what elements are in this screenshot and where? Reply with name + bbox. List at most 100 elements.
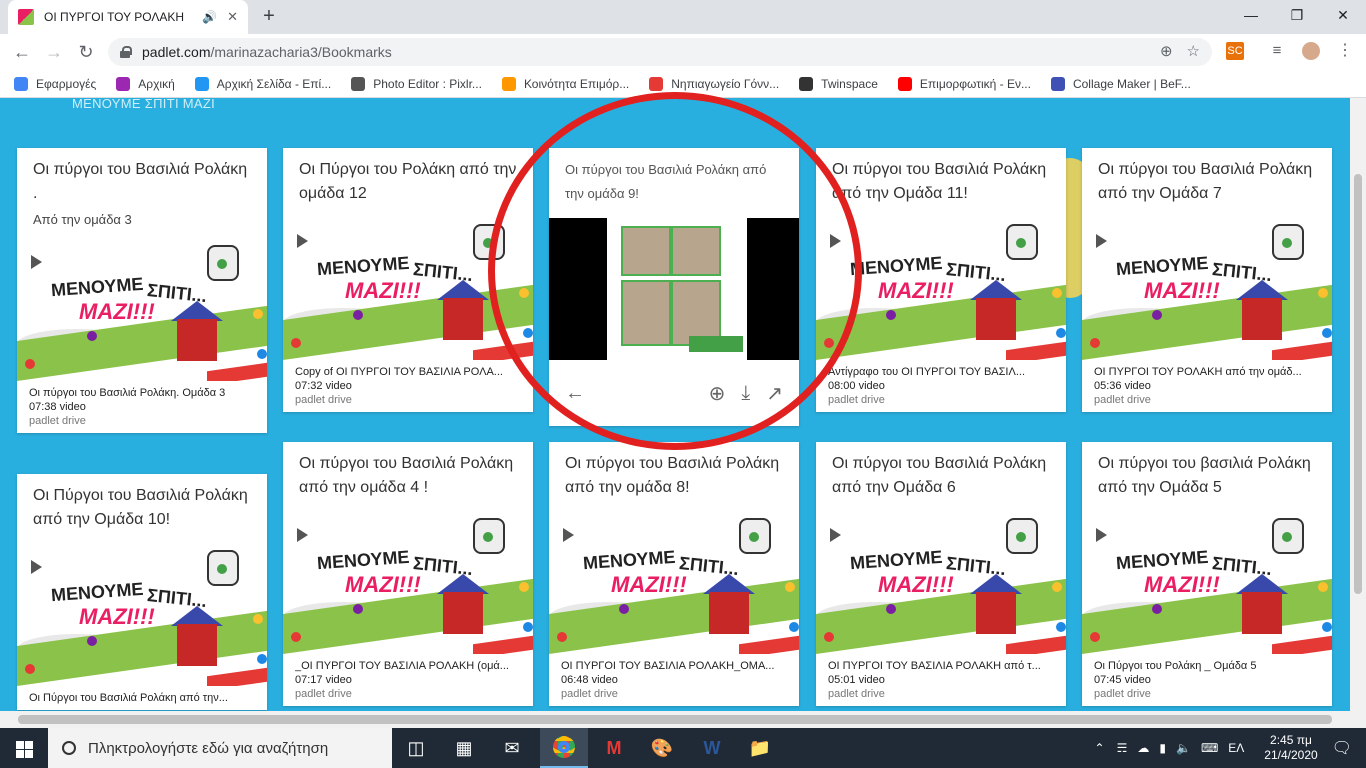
bookmark-item[interactable]: Αρχική [116, 76, 175, 91]
extension-sc-icon[interactable]: SC [1226, 42, 1244, 60]
horizontal-scrollbar[interactable] [0, 711, 1366, 728]
download-icon[interactable]: ⤓ [741, 382, 750, 405]
video-thumbnail[interactable]: ΜΕΝΟΥΜΕ ΣΠΙΤΙ... ΜΑΖΙ!!! [549, 512, 799, 654]
zoom-icon[interactable]: ⊕ [709, 381, 726, 406]
audio-playing-icon[interactable]: 🔊 [202, 10, 217, 24]
attachment-filename[interactable]: Οι Πύργοι του Ρολάκη _ Ομάδα 5 [1094, 660, 1320, 672]
video-thumbnail[interactable]: ΜΕΝΟΥΜΕ ΣΠΙΤΙ... ΜΑΖΙ!!! [1082, 512, 1332, 654]
attachment-filename[interactable]: _ΟΙ ΠΥΡΓΟΙ ΤΟΥ ΒΑΣΙΛΙΑ ΡΟΛΑΚΗ (ομά... [295, 660, 521, 672]
back-arrow-icon[interactable]: ← [565, 382, 585, 405]
volume-icon[interactable]: 🔈 [1176, 741, 1191, 755]
play-icon[interactable] [830, 528, 841, 542]
profile-avatar[interactable] [1302, 42, 1320, 60]
bookmark-item[interactable]: Αρχική Σελίδα - Επί... [194, 76, 331, 91]
bookmark-item[interactable]: Photo Editor : Pixlr... [351, 76, 482, 91]
attachment-duration: 05:01 video [828, 674, 885, 686]
microsoft-store-icon[interactable]: ▦ [440, 728, 488, 768]
play-icon[interactable] [830, 234, 841, 248]
post-title: Οι πύργοι του Βασιλιά Ρολάκη από την ομά… [299, 455, 514, 496]
search-icon [62, 741, 76, 755]
minimize-button[interactable]: — [1228, 0, 1274, 30]
attachment-filename[interactable]: ΟΙ ΠΥΡΓΟΙ ΤΟΥ ΒΑΣΙΛΙΑ ΡΟΛΑΚΗ από τ... [828, 660, 1054, 672]
padlet-post-card[interactable]: Οι Πύργοι του Ρολάκη από την ομάδα 12 ΜΕΝ… [283, 148, 533, 412]
chevron-up-icon[interactable]: ⌃ [1095, 741, 1105, 755]
add-icon[interactable]: ⊕ [1160, 42, 1173, 60]
attachment-filename[interactable]: ΟΙ ΠΥΡΓΟΙ ΤΟΥ ΡΟΛΑΚΗ από την ομάδ... [1094, 366, 1320, 378]
padlet-post-card[interactable]: Οι πύργοι του Βασιλιά Ρολάκη από την ομά… [549, 442, 799, 706]
confetti-dot [1322, 328, 1332, 338]
attachment-filename[interactable]: Οι πύργοι του Βασιλιά Ρολάκη. Ομάδα 3 [29, 387, 255, 399]
red-band [739, 635, 799, 654]
padlet-post-card[interactable]: Οι Πύργοι του Βασιλιά Ρολάκη από την Ομά… [17, 474, 267, 710]
attachment-filename[interactable]: ΟΙ ΠΥΡΓΟΙ ΤΟΥ ΒΑΣΙΛΙΑ ΡΟΛΑΚΗ_ΟΜΑ... [561, 660, 787, 672]
bookmark-star-icon[interactable]: ☆ [1187, 42, 1200, 60]
video-thumbnail[interactable]: ΜΕΝΟΥΜΕ ΣΠΙΤΙ... ΜΑΖΙ!!! [17, 544, 267, 686]
forward-button[interactable]: → [42, 40, 66, 64]
open-external-icon[interactable]: ↗ [766, 381, 783, 406]
play-icon[interactable] [297, 528, 308, 542]
play-icon[interactable] [1096, 234, 1107, 248]
chrome-icon[interactable] [540, 728, 588, 768]
back-button[interactable]: ← [10, 40, 34, 64]
battery-icon[interactable]: ▮ [1159, 741, 1166, 755]
padlet-post-card[interactable]: Οι πύργοι του βασιλιά Ρολάκη από την Ομά… [1082, 442, 1332, 706]
new-tab-button[interactable]: + [258, 6, 280, 28]
file-explorer-icon[interactable]: 📁 [736, 728, 784, 768]
video-thumbnail[interactable]: ΜΕΝΟΥΜΕ ΣΠΙΤΙ... ΜΑΖΙ!!! [283, 218, 533, 360]
close-tab-icon[interactable]: ✕ [227, 9, 238, 25]
house-shape [976, 592, 1016, 634]
mendeley-icon[interactable]: M [590, 728, 638, 768]
language-indicator[interactable]: ΕΛ [1228, 741, 1244, 755]
bookmark-item[interactable]: Twinspace [799, 76, 878, 91]
network-icon[interactable]: ☴ [1117, 741, 1128, 755]
attachment-filename[interactable]: Copy of ΟΙ ΠΥΡΓΟΙ ΤΟΥ ΒΑΣΙΛΙΑ ΡΟΛΑ... [295, 366, 521, 378]
bookmark-item[interactable]: Νηπιαγωγείο Γόνν... [649, 76, 779, 91]
confetti-dot [749, 532, 759, 542]
padlet-post-card[interactable]: Οι πύργοι του Βασιλιά Ρολάκη από την Ομά… [1082, 148, 1332, 412]
attachment-filename[interactable]: Αντίγραφο του ΟΙ ΠΥΡΓΟΙ ΤΟΥ ΒΑΣΙΛ... [828, 366, 1054, 378]
url-domain: padlet.com [142, 44, 211, 60]
play-icon[interactable] [563, 528, 574, 542]
play-icon[interactable] [31, 560, 42, 574]
attachment-filename[interactable]: Οι Πύργοι του Βασιλιά Ρολάκη από την... [29, 692, 255, 704]
clock[interactable]: 2:45 πμ 21/4/2020 [1264, 733, 1317, 763]
play-icon[interactable] [1096, 528, 1107, 542]
play-icon[interactable] [297, 234, 308, 248]
video-thumbnail[interactable]: ΜΕΝΟΥΜΕ ΣΠΙΤΙ... ΜΑΖΙ!!! [1082, 218, 1332, 360]
confetti-dot [789, 622, 799, 632]
padlet-post-card[interactable]: Οι πύργοι του Βασιλιά Ρολάκη από την Ομά… [816, 442, 1066, 706]
padlet-post-card[interactable]: Οι πύργοι του Βασιλιά Ρολάκη από την ομά… [549, 148, 799, 426]
video-thumbnail[interactable]: ΜΕΝΟΥΜΕ ΣΠΙΤΙ... ΜΑΖΙ!!! [816, 512, 1066, 654]
taskbar-search-box[interactable]: Πληκτρολογήστε εδώ για αναζήτηση [48, 728, 392, 768]
padlet-post-card[interactable]: Οι πύργοι του Βασιλιά Ρολάκη . Από την ομ… [17, 148, 267, 433]
reload-button[interactable]: ↻ [74, 40, 98, 64]
maximize-button[interactable]: ❐ [1274, 0, 1320, 30]
lock-icon[interactable] [120, 46, 132, 58]
vertical-scrollbar[interactable] [1350, 98, 1366, 711]
padlet-post-card[interactable]: Οι πύργοι του Βασιλιά Ρολάκη από την ομά… [283, 442, 533, 706]
padlet-post-card[interactable]: Οι πύργοι του Βασιλιά Ρολάκη από την Ομά… [816, 148, 1066, 412]
video-player[interactable] [549, 218, 799, 360]
notifications-icon[interactable]: 🗨 [1332, 738, 1352, 758]
bookmark-item[interactable]: Επιμορφωτική - Εν... [897, 76, 1031, 91]
bookmark-item[interactable]: Collage Maker | BeF... [1050, 76, 1191, 91]
attachment-meta: Οι Πύργοι του Βασιλιά Ρολάκη από την... [17, 686, 267, 710]
video-thumbnail[interactable]: ΜΕΝΟΥΜΕ ΣΠΙΤΙ... ΜΑΖΙ!!! [816, 218, 1066, 360]
menu-kebab-icon[interactable]: ⋮ [1336, 42, 1354, 60]
bookmark-item[interactable]: Εφαρμογές [14, 76, 96, 91]
mail-icon[interactable]: ✉ [488, 728, 536, 768]
video-thumbnail[interactable]: ΜΕΝΟΥΜΕ ΣΠΙΤΙ... ΜΑΖΙ!!! [283, 512, 533, 654]
onedrive-icon[interactable]: ☁ [1137, 741, 1149, 755]
task-view-icon[interactable]: ◫ [392, 728, 440, 768]
reading-list-icon[interactable]: ≡ [1268, 42, 1286, 60]
address-bar[interactable]: padlet.com/marinazacharia3/Bookmarks ⊕ ☆ [108, 38, 1212, 66]
keyboard-icon[interactable]: ⌨ [1201, 741, 1218, 755]
paint-icon[interactable]: 🎨 [638, 728, 686, 768]
browser-tab[interactable]: ΟΙ ΠΥΡΓΟΙ ΤΟΥ ΡΟΛΑΚΗ 🔊 ✕ [8, 0, 248, 34]
word-icon[interactable]: W [688, 728, 736, 768]
windows-start-button[interactable] [0, 728, 48, 768]
play-icon[interactable] [31, 255, 42, 269]
close-window-button[interactable]: ✕ [1320, 0, 1366, 30]
bookmark-item[interactable]: Κοινότητα Επιμόρ... [501, 76, 629, 91]
video-thumbnail[interactable]: ΜΕΝΟΥΜΕ ΣΠΙΤΙ... ΜΑΖΙ!!! [17, 239, 267, 381]
